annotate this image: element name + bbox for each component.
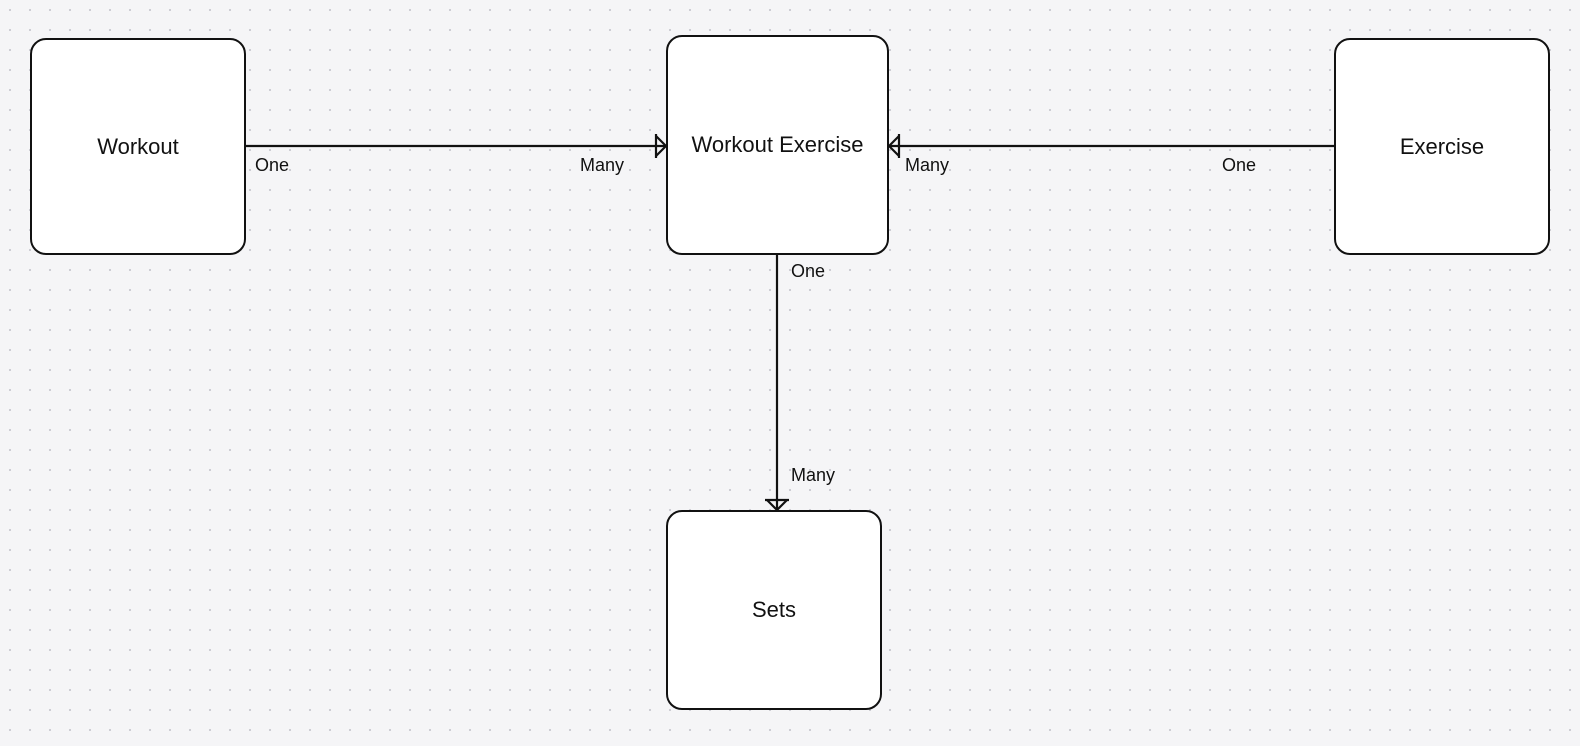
diagram-container: Workout Workout Exercise Exercise Sets O… <box>0 0 1580 746</box>
crow-sets-top-right <box>777 500 787 510</box>
label-exercise-one: One <box>1222 155 1256 176</box>
crow-we-left-bot <box>656 146 666 156</box>
entity-workout-exercise: Workout Exercise <box>666 35 889 255</box>
label-sets-top-many: Many <box>791 465 835 486</box>
entity-workout: Workout <box>30 38 246 255</box>
crow-we-right-top <box>889 136 899 146</box>
entity-sets: Sets <box>666 510 882 710</box>
label-workout-one: One <box>255 155 289 176</box>
entity-workout-exercise-label: Workout Exercise <box>692 132 864 158</box>
entity-sets-label: Sets <box>752 597 796 623</box>
crow-sets-top-left <box>767 500 777 510</box>
crow-we-right-bot <box>889 146 899 156</box>
label-we-bottom-one: One <box>791 261 825 282</box>
entity-workout-label: Workout <box>97 134 179 160</box>
entity-exercise: Exercise <box>1334 38 1550 255</box>
label-we-right-many: Many <box>905 155 949 176</box>
crow-we-left-top <box>656 136 666 146</box>
label-we-left-many: Many <box>580 155 624 176</box>
entity-exercise-label: Exercise <box>1400 134 1484 160</box>
